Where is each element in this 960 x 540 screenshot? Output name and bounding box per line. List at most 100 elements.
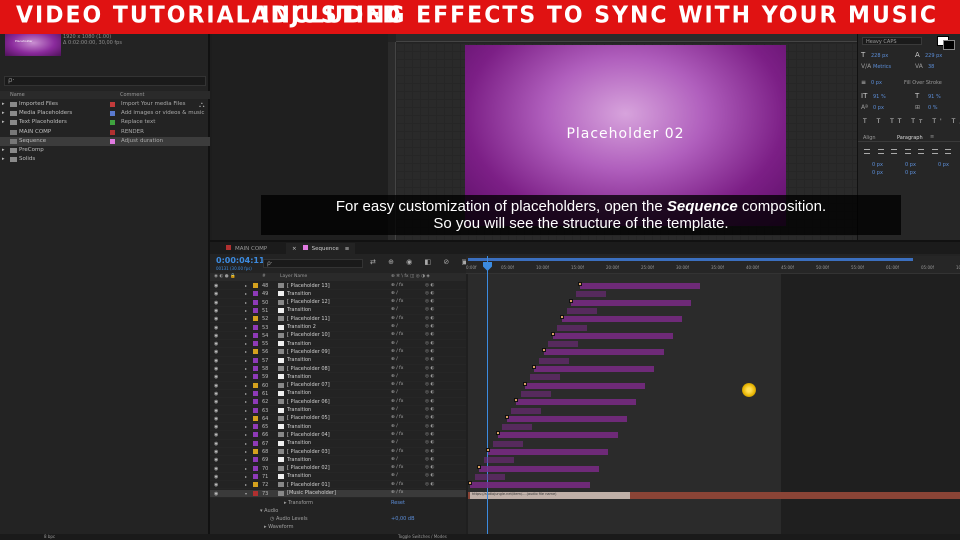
expand-triangle-icon[interactable]: ▸ xyxy=(245,399,247,404)
layer-row[interactable]: ◉ ▸ 56 [ Placeholder 09] ⊕ / fx ◎ ◐ xyxy=(210,348,466,357)
indent-right-value[interactable]: 0 px xyxy=(938,162,949,168)
label-color-swatch[interactable] xyxy=(253,449,258,454)
label-color-swatch[interactable] xyxy=(253,490,258,496)
timeline-track-area[interactable]: 0:00f 05:00f 10:00f 15:00f 20:00f 25:00f 30:00… xyxy=(466,256,960,536)
layer-row[interactable]: ◉ ▾ 73 [Music Placeholder] ⊕ / fx xyxy=(210,489,466,498)
paragraph-align-button[interactable] xyxy=(877,149,884,154)
label-color-swatch[interactable] xyxy=(253,332,258,338)
tsume-value[interactable]: 0 % xyxy=(928,105,938,111)
label-color-swatch[interactable] xyxy=(253,349,258,355)
bpc-label[interactable]: 8 bpc xyxy=(44,534,55,539)
layer-switches[interactable]: ⊕ / xyxy=(391,324,398,329)
layer-modes[interactable]: ◎ ◐ xyxy=(425,316,434,321)
visibility-eye-icon[interactable]: ◉ xyxy=(214,424,218,430)
expand-triangle-icon[interactable]: ▸ xyxy=(245,374,247,379)
layer-row[interactable]: ◉ ▸ 60 [ Placeholder 07] ⊕ / fx ◎ ◐ xyxy=(210,382,466,390)
stroke-width-value[interactable]: 0 px xyxy=(871,80,882,86)
visibility-eye-icon[interactable]: ◉ xyxy=(214,449,218,455)
audio-levels-value[interactable]: +0,00 dB xyxy=(391,516,415,522)
layer-in-point-marker[interactable] xyxy=(495,431,500,436)
label-color-swatch[interactable] xyxy=(253,357,258,363)
visibility-eye-icon[interactable]: ◉ xyxy=(214,308,218,314)
project-item[interactable]: ▸ Imported Files Import Your media Files xyxy=(0,100,210,109)
col-layer-name[interactable]: Layer Name xyxy=(280,274,307,279)
label-color-swatch[interactable] xyxy=(253,307,258,313)
visibility-eye-icon[interactable]: ◉ xyxy=(214,316,218,322)
label-color-swatch[interactable] xyxy=(253,299,258,305)
layer-in-point-marker[interactable] xyxy=(560,315,564,320)
layer-switches[interactable]: ⊕ / fx xyxy=(391,349,403,354)
visibility-eye-icon[interactable]: ◉ xyxy=(214,291,218,297)
layer-row[interactable]: ◉ ▸ 50 [ Placeholder 12] ⊕ / fx ◎ ◐ xyxy=(210,299,466,307)
layer-switches[interactable]: ⊕ / xyxy=(391,440,398,445)
layer-modes[interactable]: ◎ ◐ xyxy=(425,283,434,288)
expand-triangle-icon[interactable]: ▸ xyxy=(245,408,247,413)
space-before-value[interactable]: 0 px xyxy=(872,170,883,176)
layer-switches[interactable]: ⊕ / xyxy=(391,390,398,395)
indent-first-value[interactable]: 0 px xyxy=(905,162,916,168)
label-color-swatch[interactable] xyxy=(253,440,258,446)
stroke-mode-select[interactable]: Fill Over Stroke xyxy=(904,80,942,86)
expand-triangle-icon[interactable]: ▸ xyxy=(245,316,247,321)
layer-modes[interactable]: ◎ ◐ xyxy=(425,432,434,437)
tab-paragraph[interactable]: Paragraph xyxy=(897,135,923,141)
hscale-value[interactable]: 91 % xyxy=(928,94,941,100)
layer-duration-bar[interactable] xyxy=(529,374,560,381)
label-color-swatch[interactable] xyxy=(253,324,258,330)
layer-row[interactable]: ◉ ▸ 72 [ Placeholder 01] ⊕ / fx ◎ ◐ xyxy=(210,481,466,490)
expand-triangle-icon[interactable]: ▸ xyxy=(245,349,247,354)
visibility-eye-icon[interactable]: ◉ xyxy=(214,391,218,397)
visibility-eye-icon[interactable]: ◉ xyxy=(214,358,218,364)
project-item[interactable]: MAIN COMP RENDER xyxy=(0,128,210,137)
layer-modes[interactable]: ◎ ◐ xyxy=(425,332,434,337)
text-style-buttons[interactable]: T T TT Tт T' T, xyxy=(863,118,960,125)
expand-triangle-icon[interactable]: ▸ xyxy=(2,119,5,125)
visibility-eye-icon[interactable]: ◉ xyxy=(214,441,218,447)
paragraph-align-button[interactable] xyxy=(891,149,897,154)
visibility-eye-icon[interactable]: ◉ xyxy=(214,325,218,331)
label-color-swatch[interactable] xyxy=(110,111,115,117)
layer-duration-bar[interactable] xyxy=(543,349,664,356)
label-color-swatch[interactable] xyxy=(253,283,258,288)
layer-duration-bar[interactable] xyxy=(525,382,646,389)
layer-duration-bar[interactable] xyxy=(552,332,673,339)
layer-duration-bar[interactable] xyxy=(483,457,514,464)
project-item[interactable]: ▸ Solids xyxy=(0,155,210,164)
layer-in-point-marker[interactable] xyxy=(541,348,546,353)
expand-triangle-icon[interactable]: ▸ xyxy=(2,156,5,162)
kerning-value[interactable]: Metrics xyxy=(873,64,891,70)
layer-in-point-marker[interactable] xyxy=(486,448,491,452)
layer-modes[interactable]: ◎ ◐ xyxy=(425,366,434,371)
label-color-swatch[interactable] xyxy=(253,341,258,347)
tracking-value[interactable]: 38 xyxy=(928,64,934,70)
expand-triangle-icon[interactable]: ▸ xyxy=(245,391,247,396)
expand-triangle-icon[interactable]: ▸ xyxy=(245,449,247,454)
expand-triangle-icon[interactable]: ▸ xyxy=(245,441,247,446)
expand-triangle-icon[interactable]: ▸ xyxy=(245,308,247,313)
layer-modes[interactable]: ◎ ◐ xyxy=(425,307,434,312)
layer-row[interactable]: ◉ ▸ 68 [ Placeholder 03] ⊕ / fx ◎ ◐ xyxy=(210,448,466,457)
visibility-eye-icon[interactable]: ◉ xyxy=(214,366,218,372)
prop-audio-levels[interactable]: ◷ Audio Levels xyxy=(270,516,308,522)
expand-triangle-icon[interactable]: ▸ xyxy=(245,416,247,421)
visibility-eye-icon[interactable]: ◉ xyxy=(214,466,218,472)
layer-in-point-marker[interactable] xyxy=(578,282,583,286)
label-color-swatch[interactable] xyxy=(253,457,258,463)
expand-triangle-icon[interactable]: ▸ xyxy=(245,457,247,462)
paragraph-align-button[interactable] xyxy=(931,149,938,154)
layer-row[interactable]: ◉ ▸ 67 Transition ⊕ / ◎ ◐ xyxy=(210,440,466,448)
expand-triangle-icon[interactable]: ▸ xyxy=(245,432,247,437)
visibility-eye-icon[interactable]: ◉ xyxy=(214,341,218,347)
visibility-eye-icon[interactable]: ◉ xyxy=(214,482,218,488)
layer-switches[interactable]: ⊕ / xyxy=(391,341,398,346)
layer-modes[interactable]: ◎ ◐ xyxy=(425,482,434,487)
layer-modes[interactable]: ◎ ◐ xyxy=(425,374,434,379)
layer-in-point-marker[interactable] xyxy=(468,481,472,486)
layer-duration-bar[interactable] xyxy=(557,324,588,331)
layer-switches[interactable]: ⊕ / xyxy=(391,473,398,478)
visibility-eye-icon[interactable]: ◉ xyxy=(214,333,218,339)
layer-modes[interactable]: ◎ ◐ xyxy=(425,473,434,478)
prop-audio[interactable]: ▾ Audio xyxy=(260,508,278,514)
layer-modes[interactable]: ◎ ◐ xyxy=(425,465,434,470)
layer-row[interactable]: ◉ ▸ 49 Transition ⊕ / ◎ ◐ xyxy=(210,290,466,299)
